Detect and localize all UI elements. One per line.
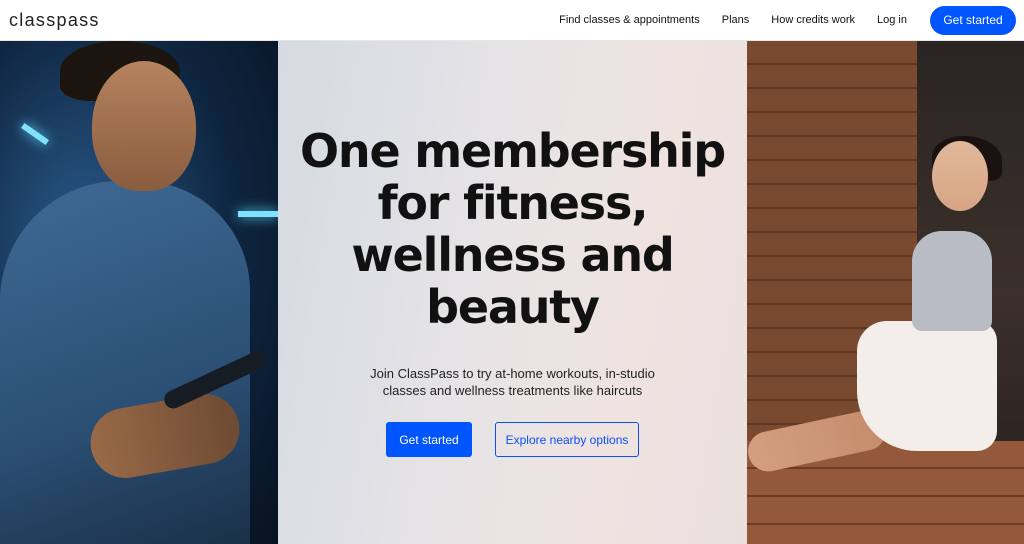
main-nav: Find classes & appointments Plans How cr… bbox=[559, 5, 1016, 35]
header-get-started-button[interactable]: Get started bbox=[930, 5, 1016, 35]
neon-light-left bbox=[20, 122, 50, 146]
nav-log-in[interactable]: Log in bbox=[877, 14, 907, 26]
site-header: classpass Find classes & appointments Pl… bbox=[0, 0, 1024, 41]
nav-plans[interactable]: Plans bbox=[722, 14, 750, 26]
nav-how-credits-work[interactable]: How credits work bbox=[771, 14, 855, 26]
hero-content: One membership for fitness, wellness and… bbox=[278, 41, 747, 544]
cyclist-torso bbox=[0, 181, 250, 544]
hero-headline: One membership for fitness, wellness and… bbox=[300, 124, 726, 334]
cyclist-head bbox=[92, 61, 196, 191]
hero-cta-row: Get started Explore nearby options bbox=[386, 422, 639, 457]
explore-nearby-button[interactable]: Explore nearby options bbox=[495, 422, 639, 457]
woman-head bbox=[932, 141, 988, 211]
woman-top bbox=[912, 231, 992, 331]
classpass-logo[interactable]: classpass bbox=[9, 10, 100, 31]
cyclist-photo bbox=[0, 41, 278, 544]
neon-light-right bbox=[238, 211, 278, 217]
hero-subtext: Join ClassPass to try at-home workouts, … bbox=[370, 366, 655, 398]
hero-section: One membership for fitness, wellness and… bbox=[0, 41, 1024, 544]
hero-get-started-button[interactable]: Get started bbox=[386, 422, 472, 457]
nav-find-classes[interactable]: Find classes & appointments bbox=[559, 14, 700, 26]
woman-towel bbox=[857, 321, 997, 451]
sauna-photo bbox=[747, 41, 1024, 544]
